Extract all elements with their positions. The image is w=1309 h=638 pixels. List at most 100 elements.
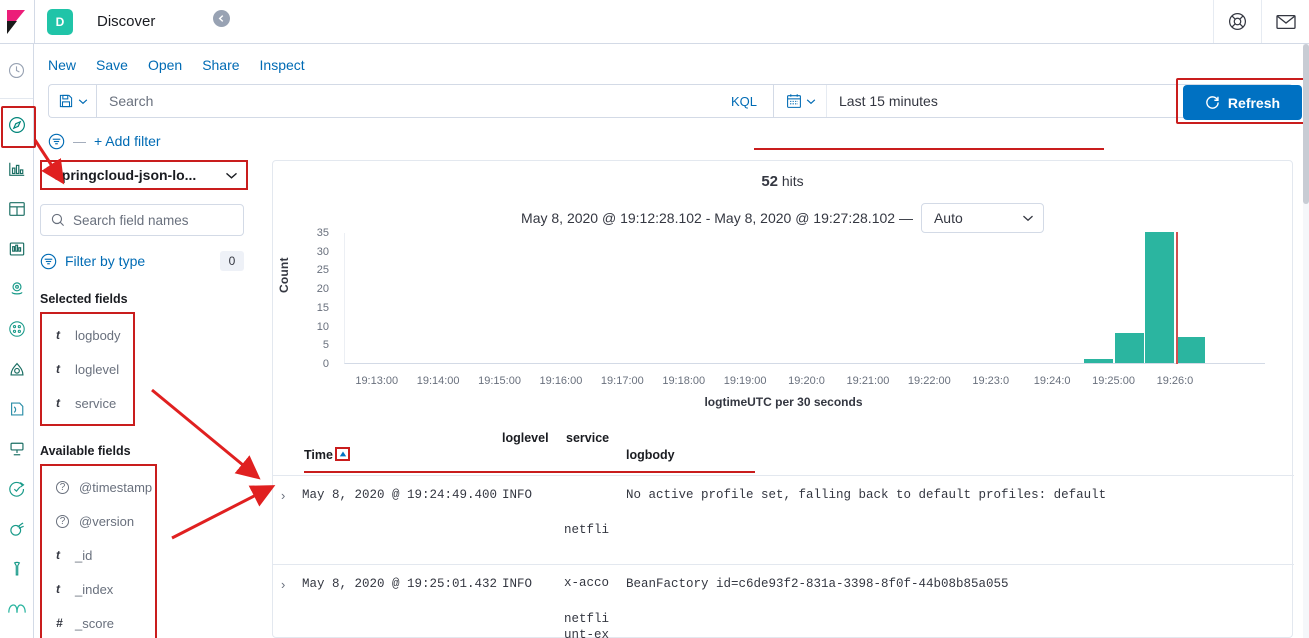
list-item[interactable]: t loglevel [42, 352, 133, 386]
uptime-icon [8, 481, 24, 497]
field-type-icon: # [56, 616, 63, 630]
field-name: @version [79, 513, 135, 529]
cell-time: May 8, 2020 @ 19:24:49.400 [302, 488, 498, 502]
mail-icon[interactable] [1261, 0, 1309, 43]
column-header-loglevel[interactable]: loglevel [502, 431, 549, 445]
add-filter-button[interactable]: + Add filter [94, 133, 161, 149]
sidebar-item-machine-learning[interactable] [0, 309, 33, 349]
help-icon[interactable] [1213, 0, 1261, 43]
column-header-time[interactable]: Time [304, 448, 333, 462]
list-item[interactable]: ? @timestamp [42, 470, 155, 504]
expand-row-icon[interactable]: › [281, 577, 285, 592]
chart-bar[interactable] [1175, 336, 1206, 363]
collapse-nav-icon[interactable] [0, 629, 33, 638]
chart-bar[interactable] [1145, 232, 1175, 363]
quick-select-button[interactable] [774, 85, 827, 117]
chevron-down-icon [226, 172, 237, 179]
kibana-logo[interactable] [0, 0, 34, 43]
time-range-value[interactable]: Last 15 minutes [827, 93, 1205, 109]
nav-new[interactable]: New [48, 57, 76, 73]
x-axis-tick: 19:23:0 [972, 375, 1010, 387]
sidebar-item-recently-viewed[interactable] [0, 50, 33, 90]
search-box: KQL [48, 84, 773, 118]
histogram-chart[interactable]: Count 0 5 10 15 20 25 30 35 19:13:00 19:14:00 19:… [273, 225, 1294, 409]
filter-by-type-button[interactable]: Filter by type 0 [40, 248, 244, 274]
query-bar: KQL Last 15 minutes Show dates [48, 84, 1293, 118]
x-axis-tick: 19:20:0 [788, 375, 825, 387]
collapse-sidebar-button[interactable] [213, 10, 230, 27]
now-annotation-line [1175, 232, 1178, 364]
siem-icon [9, 522, 24, 536]
search-input[interactable] [97, 93, 715, 109]
sidebar-item-discover[interactable] [0, 105, 36, 148]
query-language-button[interactable]: KQL [715, 85, 773, 117]
list-item[interactable]: t _id [42, 538, 155, 572]
x-axis-tick: 19:24:0 [1033, 375, 1071, 387]
y-axis-tick: 5 [322, 339, 329, 352]
clock-icon [8, 62, 25, 78]
header-divider [34, 0, 35, 43]
chart-bar[interactable] [1083, 359, 1114, 363]
table-row[interactable]: › May 8, 2020 @ 19:25:01.432 INFO netfli… [273, 565, 1294, 638]
search-field-names-input[interactable] [73, 212, 223, 228]
sort-ascending-icon[interactable] [335, 447, 350, 461]
timerange-underline-annotation [754, 148, 1104, 150]
filter-icon [40, 253, 57, 269]
y-axis-tick: 30 [316, 245, 329, 258]
chevron-down-icon [1022, 215, 1033, 222]
app-badge: D [47, 8, 73, 35]
available-fields-title: Available fields [40, 444, 131, 458]
page-scrollbar-thumb[interactable] [1303, 44, 1309, 204]
sidebar-item-visualize[interactable] [0, 149, 33, 189]
chart-plot-area[interactable] [344, 232, 1265, 364]
interval-value: Auto [933, 210, 963, 226]
saved-query-button[interactable] [49, 85, 97, 117]
x-axis-title: logtimeUTC per 30 seconds [704, 395, 863, 409]
sidebar-item-monitoring[interactable] [0, 589, 33, 629]
hits-line: 52 hits [273, 173, 1292, 190]
sidebar-item-siem[interactable] [0, 509, 33, 549]
filter-icon[interactable] [48, 133, 65, 150]
sidebar-item-maps[interactable] [0, 269, 33, 309]
nav-save[interactable]: Save [96, 57, 128, 73]
sidebar-item-infrastructure[interactable] [0, 349, 33, 389]
search-icon [51, 213, 65, 227]
sidebar-item-logs[interactable] [0, 389, 33, 429]
sidebar-item-canvas[interactable] [0, 229, 33, 269]
field-search-box[interactable] [40, 204, 244, 236]
list-item[interactable]: t logbody [42, 318, 133, 352]
nav-share[interactable]: Share [202, 57, 239, 73]
selected-fields-title: Selected fields [40, 292, 128, 306]
refresh-button[interactable]: Refresh [1183, 85, 1302, 120]
cell-logbody: No active profile set, falling back to d… [626, 488, 1107, 502]
y-axis-tick: 20 [316, 283, 329, 296]
expand-row-icon[interactable]: › [281, 488, 285, 503]
list-item[interactable]: t service [42, 386, 133, 420]
bar-chart-icon [8, 162, 24, 176]
x-axis-tick: 19:16:00 [539, 375, 583, 387]
list-item[interactable]: t _index [42, 572, 155, 606]
filter-by-type-count: 0 [220, 251, 244, 271]
column-header-logbody[interactable]: logbody [626, 448, 675, 462]
available-fields-list: ? @timestamp ? @version t _id t _index #… [40, 464, 157, 638]
refresh-icon [1206, 96, 1219, 109]
sidebar-item-apm[interactable] [0, 429, 33, 469]
index-pattern-selector[interactable]: springcloud-json-lo... [40, 160, 248, 190]
save-icon [59, 94, 73, 108]
page-title: Discover [97, 13, 156, 30]
y-axis-tick: 25 [316, 264, 329, 277]
list-item[interactable]: ? @version [42, 504, 155, 538]
column-header-service[interactable]: service [566, 431, 609, 445]
table-row[interactable]: › May 8, 2020 @ 19:24:49.400 INFO netfli… [273, 476, 1294, 638]
apm-icon [9, 442, 24, 456]
nav-open[interactable]: Open [148, 57, 182, 73]
chart-bar[interactable] [1114, 333, 1144, 363]
sidebar-item-dashboard[interactable] [0, 189, 33, 229]
sidebar-item-uptime[interactable] [0, 469, 33, 509]
field-type-icon: t [56, 582, 60, 596]
field-name: _index [75, 581, 114, 597]
list-item[interactable]: # _score [42, 606, 155, 638]
nav-inspect[interactable]: Inspect [260, 57, 305, 73]
field-name: @timestamp [79, 479, 153, 495]
sidebar-item-dev-tools[interactable] [0, 549, 33, 589]
